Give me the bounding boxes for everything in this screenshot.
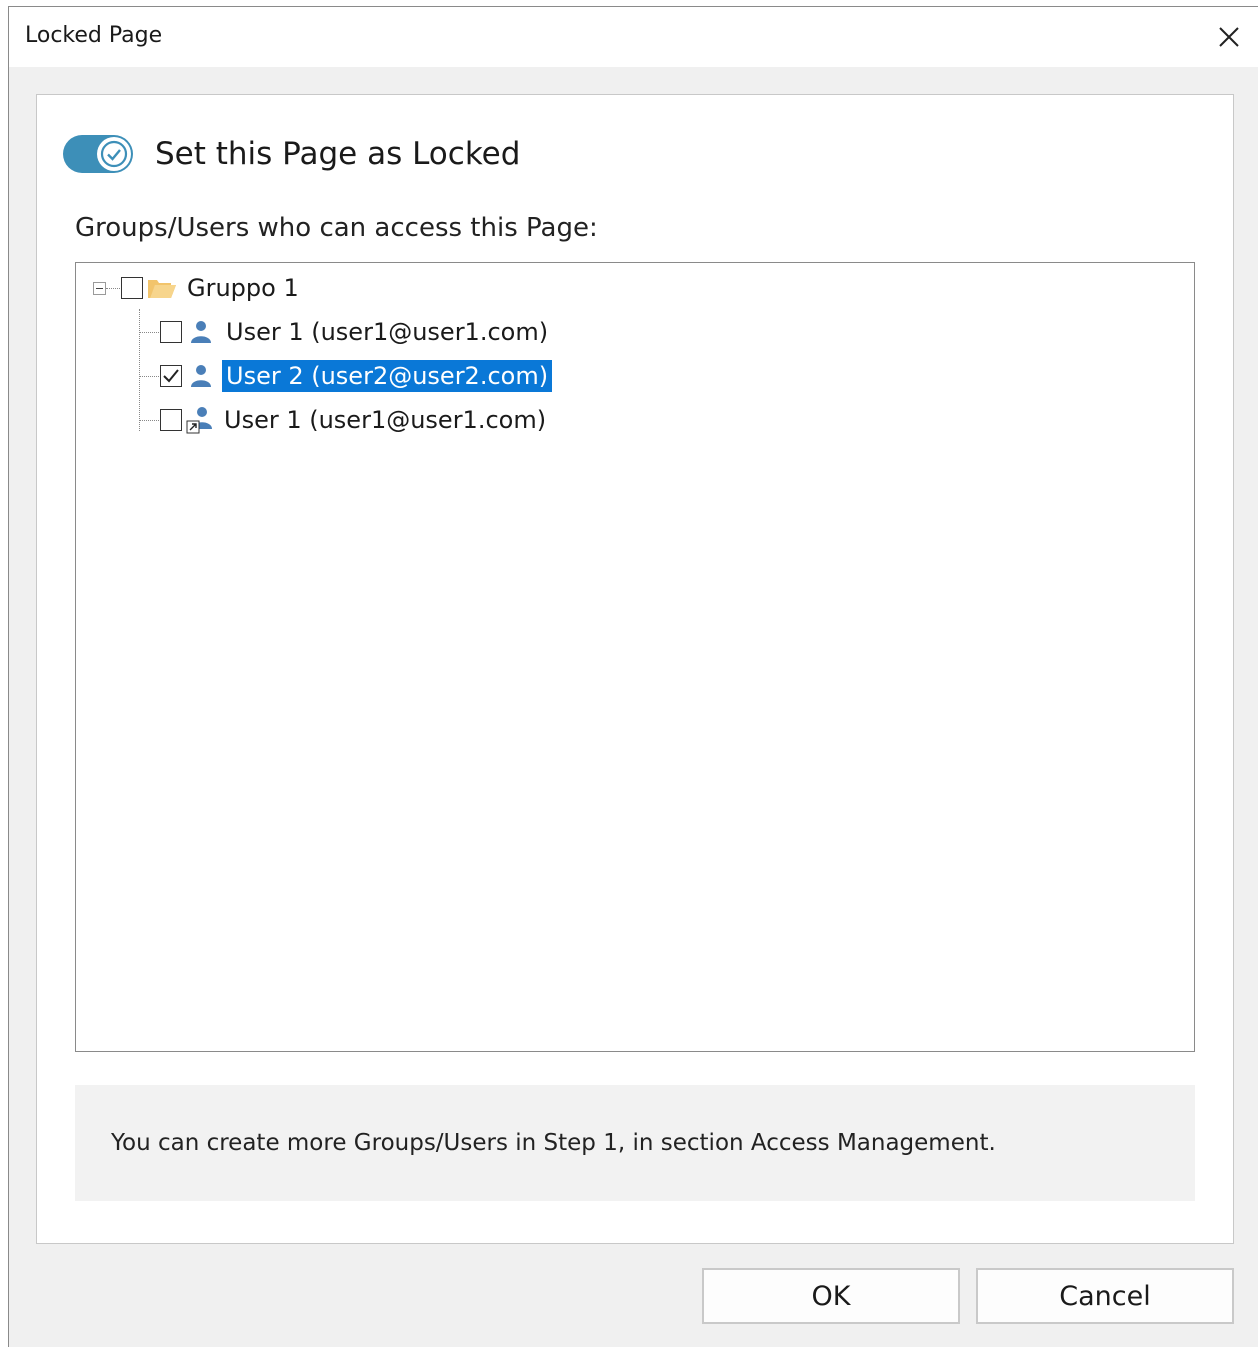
access-tree[interactable]: Gruppo 1 User 1 (user1@user1.com) User 2…: [75, 262, 1195, 1052]
tree-user-item-selected[interactable]: User 2 (user2@user2.com): [160, 356, 553, 396]
lock-toggle-label: Set this Page as Locked: [155, 136, 521, 172]
tree-connector: [139, 332, 159, 333]
tree-connector: [139, 376, 159, 377]
tree-node-label: User 1 (user1@user1.com): [224, 406, 547, 434]
tree-node-label: User 1 (user1@user1.com): [226, 318, 549, 346]
folder-icon: [148, 280, 176, 298]
group-checkbox[interactable]: [121, 277, 143, 299]
user-shortcut-icon: [186, 407, 212, 434]
tree-node-label: Gruppo 1: [187, 274, 299, 302]
cancel-button[interactable]: Cancel: [976, 1268, 1234, 1324]
toggle-knob: [97, 137, 131, 171]
tree-connector: [139, 309, 140, 431]
user-checkbox[interactable]: [160, 409, 182, 431]
locked-page-dialog: Locked Page Set this Page as Locked Grou…: [8, 6, 1258, 1347]
close-icon: [1219, 27, 1239, 47]
tree-connector: [106, 288, 120, 289]
groups-users-label: Groups/Users who can access this Page:: [75, 213, 598, 243]
lock-toggle[interactable]: [63, 135, 133, 173]
user-checkbox-checked[interactable]: [160, 365, 182, 387]
collapse-toggle[interactable]: [93, 282, 106, 295]
tree-user-item[interactable]: User 1 (user1@user1.com): [160, 312, 552, 352]
info-text: You can create more Groups/Users in Step…: [111, 1130, 996, 1156]
user-checkbox[interactable]: [160, 321, 182, 343]
tree-group-gruppo-1[interactable]: Gruppo 1: [121, 268, 303, 308]
window-title: Locked Page: [25, 23, 163, 48]
info-box: You can create more Groups/Users in Step…: [75, 1085, 1195, 1201]
content-panel: Set this Page as Locked Groups/Users who…: [36, 94, 1234, 1244]
tree-connector: [139, 420, 159, 421]
tree-user-item[interactable]: User 1 (user1@user1.com): [160, 400, 550, 440]
title-bar: Locked Page: [9, 7, 1258, 67]
user-icon: [191, 321, 211, 343]
user-icon: [191, 365, 211, 387]
ok-button[interactable]: OK: [702, 1268, 960, 1324]
checkmark-icon: [100, 140, 128, 168]
tree-node-label: User 2 (user2@user2.com): [222, 360, 553, 392]
checkbox-check-icon: [163, 369, 179, 383]
close-button[interactable]: [1200, 7, 1258, 67]
lock-toggle-row: Set this Page as Locked: [63, 133, 520, 175]
